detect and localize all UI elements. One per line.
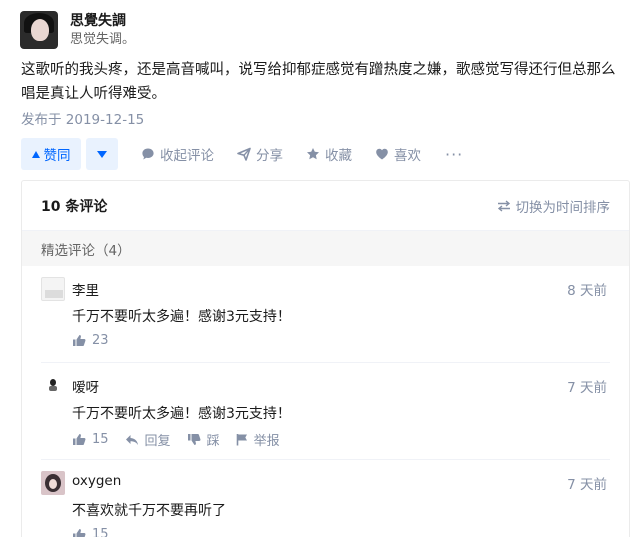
upvote-label: 赞同 [43, 148, 71, 164]
comment-author[interactable]: oxygen [72, 473, 121, 489]
comment-actions: 23 [72, 333, 125, 348]
author-avatar[interactable] [20, 11, 58, 49]
thumb-up-icon [73, 434, 86, 445]
upvote-button[interactable]: 赞同 [21, 138, 81, 170]
downvote-button[interactable] [86, 138, 118, 170]
comment-author[interactable]: 嗳呀 [72, 376, 99, 396]
featured-comments-label: 精选评论（4） [22, 231, 629, 266]
star-icon [307, 148, 319, 160]
comment-time: 7 天前 [567, 477, 607, 493]
thumb-down-icon [187, 434, 201, 445]
author-name[interactable]: 思覺失調 [70, 12, 135, 31]
comments-panel: 10 条评论 切换为时间排序 精选评论（4） 李里 8 天前 千万不要听太多遍！… [21, 180, 630, 537]
like-button[interactable]: 喜欢 [375, 144, 421, 164]
comment-like-button[interactable]: 23 [72, 333, 109, 348]
thumb-up-icon [73, 529, 86, 537]
share-icon [237, 147, 251, 161]
collapse-comments-button[interactable]: 收起评论 [141, 144, 214, 164]
author-bio: 思觉失调。 [70, 31, 136, 47]
like-count: 15 [92, 432, 109, 447]
report-label: 举报 [253, 434, 280, 449]
comment-actions: 15 [72, 527, 125, 537]
triangle-up-icon [31, 150, 40, 158]
comment-text: 千万不要听太多遍！感谢3元支持！ [72, 406, 291, 422]
like-count: 15 [92, 527, 109, 537]
comment-icon [142, 148, 154, 160]
comments-header: 10 条评论 切换为时间排序 [22, 181, 629, 231]
comment-time: 8 天前 [567, 283, 607, 299]
comment-like-button[interactable]: 15 [72, 432, 109, 447]
collapse-comments-label: 收起评论 [160, 148, 214, 164]
answer-page: 思覺失調 思觉失调。 这歌听的我头疼，还是高音喊叫，说写给抑郁症感觉有蹭热度之嫌… [0, 0, 640, 537]
comment-count: 10 条评论 [41, 198, 108, 215]
sort-icon [497, 199, 510, 212]
comment-author[interactable]: 李里 [72, 279, 99, 299]
dislike-label: 踩 [206, 434, 220, 449]
reply-button[interactable]: 回复 [125, 430, 171, 449]
favorite-button[interactable]: 收藏 [306, 144, 352, 164]
reply-label: 回复 [144, 434, 171, 449]
share-label: 分享 [256, 148, 283, 164]
share-button[interactable]: 分享 [237, 144, 283, 164]
favorite-label: 收藏 [325, 148, 352, 164]
author-header: 思覺失調 思觉失调。 [20, 10, 135, 50]
flag-icon [236, 434, 247, 446]
dislike-button[interactable]: 踩 [187, 430, 220, 449]
comment-item: 嗳呀 7 天前 千万不要听太多遍！感谢3元支持！ 15 回复 踩 举报 [22, 363, 629, 460]
comment-text: 不喜欢就千万不要再听了 [72, 503, 226, 519]
avatar[interactable] [41, 277, 65, 301]
thumb-up-icon [73, 335, 86, 346]
comment-item: oxygen 7 天前 不喜欢就千万不要再听了 15 [22, 460, 629, 537]
like-label: 喜欢 [394, 148, 421, 164]
triangle-down-icon [97, 150, 107, 158]
comment-text: 千万不要听太多遍！感谢3元支持！ [72, 309, 291, 325]
reply-icon [125, 434, 138, 445]
comment-like-button[interactable]: 15 [72, 527, 109, 537]
comment-item: 李里 8 天前 千万不要听太多遍！感谢3元支持！ 23 [22, 266, 629, 363]
report-button[interactable]: 举报 [236, 430, 280, 449]
action-bar: 赞同 收起评论 分享 收藏 喜欢 ··· [21, 138, 463, 170]
answer-text: 这歌听的我头疼，还是高音喊叫，说写给抑郁症感觉有蹭热度之嫌，歌感觉写得还行但总那… [21, 62, 616, 102]
publish-date[interactable]: 发布于 2019-12-15 [21, 108, 144, 128]
comment-time: 7 天前 [567, 380, 607, 396]
like-count: 23 [92, 333, 109, 348]
sort-label: 切换为时间排序 [515, 199, 611, 216]
avatar[interactable] [41, 374, 65, 398]
comment-actions: 15 回复 踩 举报 [72, 430, 296, 449]
more-options-button[interactable]: ··· [445, 145, 463, 164]
sort-toggle-button[interactable]: 切换为时间排序 [497, 196, 611, 216]
avatar[interactable] [41, 471, 65, 495]
heart-icon [376, 148, 388, 160]
